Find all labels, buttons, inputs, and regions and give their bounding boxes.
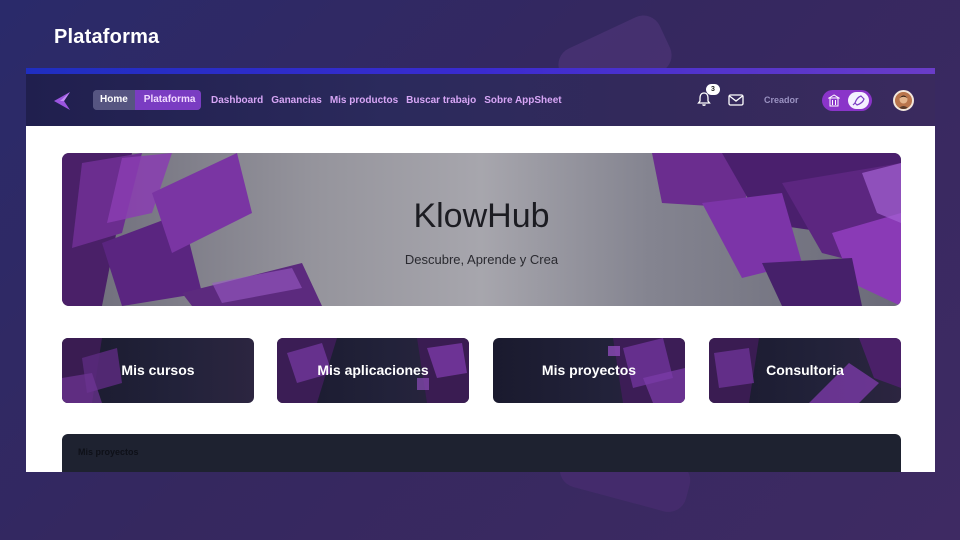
card-mis-cursos[interactable]: Mis cursos bbox=[62, 338, 254, 403]
card-label: Mis cursos bbox=[121, 362, 195, 378]
rocket-icon bbox=[852, 95, 865, 106]
main-nav: Dashboard Ganancias Mis productos Buscar… bbox=[211, 95, 562, 106]
avatar-face-icon bbox=[895, 92, 912, 109]
mail-icon[interactable] bbox=[728, 94, 744, 106]
card-mis-aplicaciones[interactable]: Mis aplicaciones bbox=[277, 338, 469, 403]
creator-label[interactable]: Creador bbox=[764, 95, 799, 105]
app-window: Home Plataforma Dashboard Ganancias Mis … bbox=[26, 68, 935, 472]
nav-buscar-trabajo[interactable]: Buscar trabajo bbox=[406, 95, 476, 106]
panel-title: Mis proyectos bbox=[78, 447, 139, 457]
accent-line bbox=[26, 68, 935, 74]
projects-panel: Mis proyectos bbox=[62, 434, 901, 472]
hero-banner: KlowHub Descubre, Aprende y Crea bbox=[62, 153, 901, 306]
card-label: Consultoria bbox=[766, 362, 844, 378]
mode-toggle[interactable] bbox=[822, 90, 872, 111]
user-avatar[interactable] bbox=[893, 90, 914, 111]
nav-ganancias[interactable]: Ganancias bbox=[271, 95, 322, 106]
card-label: Mis aplicaciones bbox=[317, 362, 429, 378]
nav-sobre-appsheet[interactable]: Sobre AppSheet bbox=[484, 95, 561, 106]
platform-button[interactable]: Plataforma bbox=[134, 90, 202, 110]
hero-subtitle: Descubre, Aprende y Crea bbox=[404, 252, 559, 267]
top-navigation-bar: Home Plataforma Dashboard Ganancias Mis … bbox=[26, 68, 935, 126]
card-consultoria[interactable]: Consultoria bbox=[709, 338, 901, 403]
nav-dashboard[interactable]: Dashboard bbox=[211, 95, 263, 106]
notification-badge: 3 bbox=[706, 84, 720, 95]
hero-title: KlowHub bbox=[413, 197, 550, 235]
toggle-knob[interactable] bbox=[848, 92, 869, 109]
home-button[interactable]: Home bbox=[93, 90, 135, 110]
klowhub-logo-icon[interactable] bbox=[52, 90, 74, 112]
card-mis-proyectos[interactable]: Mis proyectos bbox=[493, 338, 685, 403]
home-platform-switch: Home Plataforma bbox=[93, 90, 202, 110]
building-icon bbox=[828, 94, 840, 107]
nav-mis-productos[interactable]: Mis productos bbox=[330, 95, 398, 106]
page-title: Plataforma bbox=[54, 26, 160, 48]
quick-access-cards: Mis cursos Mis aplicaciones Mis proyecto… bbox=[62, 338, 901, 403]
card-label: Mis proyectos bbox=[541, 362, 637, 378]
